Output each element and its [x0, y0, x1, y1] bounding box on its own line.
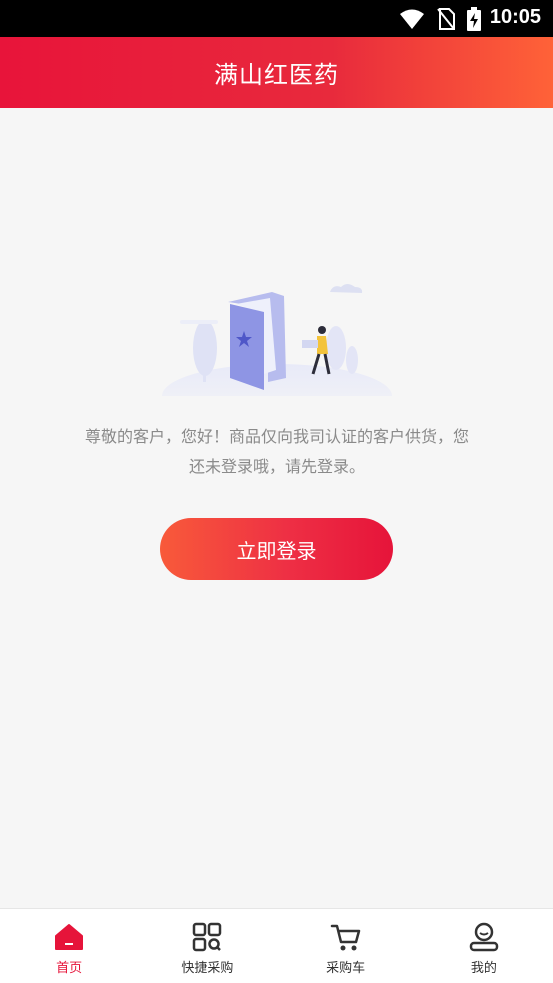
bottom-tab-bar: 首页 快捷采购 采购车 我的 — [0, 908, 553, 983]
tab-cart-label: 采购车 — [326, 961, 366, 976]
tab-quick-purchase[interactable]: 快捷采购 — [138, 909, 276, 983]
profile-icon — [468, 921, 500, 953]
home-icon — [53, 921, 85, 953]
tab-quick-purchase-label: 快捷采购 — [181, 961, 234, 976]
tab-profile-label: 我的 — [470, 961, 497, 976]
tab-cart[interactable]: 采购车 — [277, 909, 415, 983]
login-notice: 尊敬的客户，您好！商品仅向我司认证的客户供货，您还未登录哦，请先登录。 — [84, 427, 469, 476]
empty-login-illustration — [162, 284, 392, 396]
main-content: 尊敬的客户，您好！商品仅向我司认证的客户供货，您还未登录哦，请先登录。 立即登录 — [0, 108, 553, 908]
wifi-icon — [400, 9, 424, 29]
status-time: 10:05 — [489, 6, 541, 28]
battery-charging-icon — [467, 7, 481, 31]
no-sim-icon — [437, 8, 455, 30]
tab-home-label: 首页 — [56, 961, 83, 976]
status-bar: 10:05 — [0, 0, 553, 37]
tab-profile[interactable]: 我的 — [415, 909, 553, 983]
cart-icon — [330, 921, 362, 953]
page-title: 满山红医药 — [214, 61, 339, 89]
tab-home[interactable]: 首页 — [0, 909, 138, 983]
app-header: 满山红医药 — [0, 37, 553, 108]
login-now-button[interactable]: 立即登录 — [160, 518, 393, 580]
qr-scan-icon — [191, 921, 223, 953]
status-icons — [399, 7, 481, 31]
